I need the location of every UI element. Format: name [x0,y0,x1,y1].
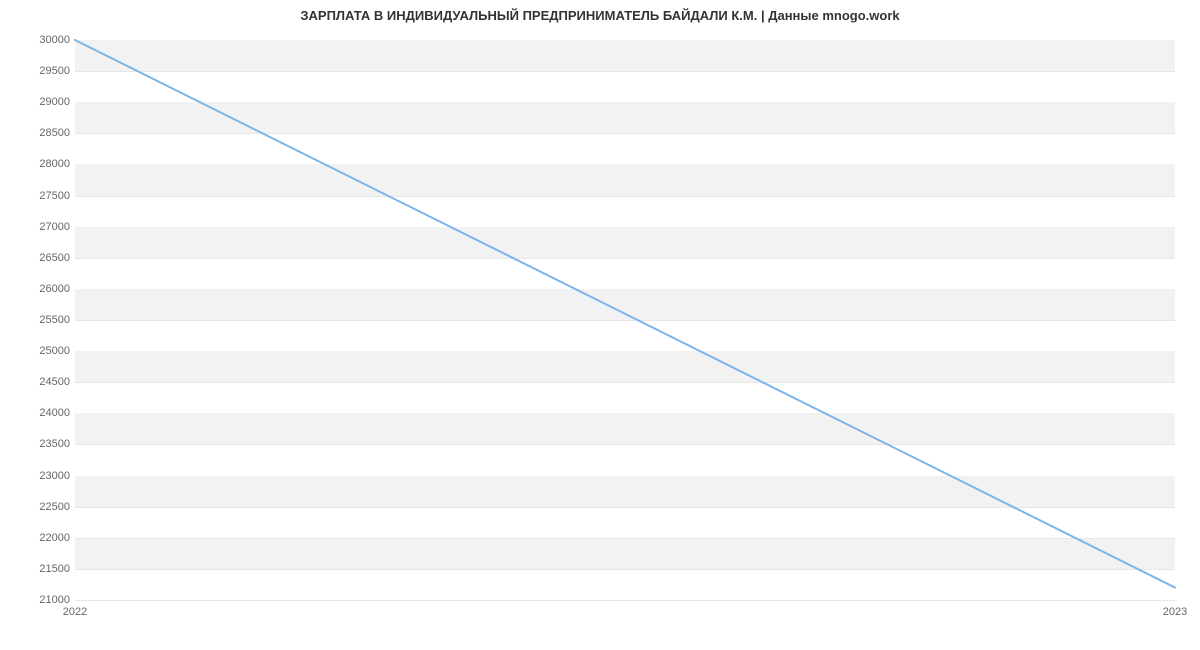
y-tick-label: 29000 [39,96,70,108]
y-tick-label: 29500 [39,65,70,77]
series-line [75,40,1175,588]
y-tick-label: 30000 [39,34,70,46]
y-tick-label: 28000 [39,158,70,170]
x-tick-label: 2022 [63,606,87,618]
y-tick-label: 25000 [39,345,70,357]
line-layer [75,40,1175,600]
y-tick-label: 27500 [39,190,70,202]
y-tick-label: 21000 [39,594,70,606]
y-tick-label: 24500 [39,376,70,388]
y-tick-label: 24000 [39,407,70,419]
x-tick-label: 2023 [1163,606,1187,618]
y-tick-label: 28500 [39,127,70,139]
plot-area [75,40,1175,601]
chart-title: ЗАРПЛАТА В ИНДИВИДУАЛЬНЫЙ ПРЕДПРИНИМАТЕЛ… [0,8,1200,23]
y-tick-label: 22500 [39,501,70,513]
grid-line [75,600,1175,601]
y-tick-label: 21500 [39,563,70,575]
y-tick-label: 23000 [39,470,70,482]
chart-container: ЗАРПЛАТА В ИНДИВИДУАЛЬНЫЙ ПРЕДПРИНИМАТЕЛ… [0,0,1200,650]
y-tick-label: 22000 [39,532,70,544]
y-tick-label: 23500 [39,438,70,450]
y-tick-label: 26000 [39,283,70,295]
y-tick-label: 25500 [39,314,70,326]
y-tick-label: 27000 [39,221,70,233]
y-tick-label: 26500 [39,252,70,264]
